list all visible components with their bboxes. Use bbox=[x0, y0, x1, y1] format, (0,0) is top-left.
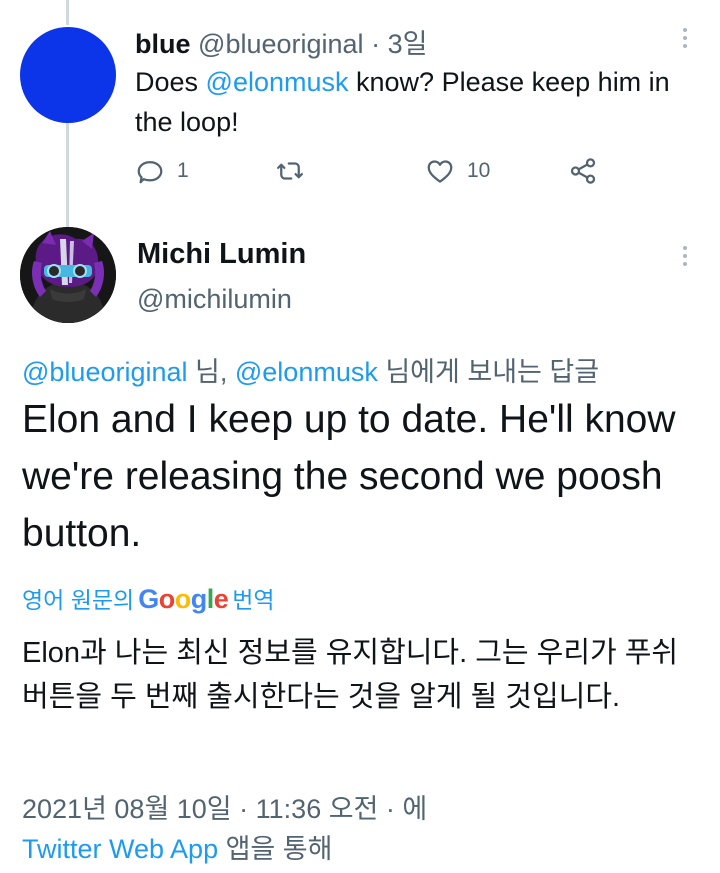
more-options-icon[interactable] bbox=[680, 246, 690, 266]
share-icon bbox=[570, 158, 596, 184]
google-logo: Google bbox=[138, 584, 229, 614]
translate-suffix: 번역 bbox=[232, 587, 275, 613]
like-button[interactable]: 10 bbox=[425, 156, 490, 186]
tweet-timestamp[interactable]: 2021년 08월 10일 · 11:36 오전 · 에 bbox=[22, 787, 427, 826]
thread-line-top bbox=[66, 0, 69, 25]
replying-to-line: @blueoriginal 님, @elonmusk 님에게 보내는 답글 bbox=[22, 350, 599, 389]
main-author-name[interactable]: Michi Lumin bbox=[137, 238, 306, 271]
parent-tweet-time[interactable]: 3일 bbox=[388, 29, 428, 59]
retweet-icon bbox=[277, 162, 303, 180]
parent-tweet-header: blue @blueoriginal · 3일 bbox=[135, 22, 427, 61]
avatar-blueoriginal[interactable] bbox=[20, 27, 116, 123]
replying-mention-blueoriginal[interactable]: @blueoriginal bbox=[22, 357, 188, 387]
reply-count: 1 bbox=[177, 159, 189, 182]
separator-dot: · bbox=[371, 29, 381, 59]
replying-middle-text: 님, bbox=[187, 357, 235, 387]
main-tweet-text: Elon and I keep up to date. He'll know w… bbox=[22, 398, 676, 555]
replying-mention-elonmusk[interactable]: @elonmusk bbox=[235, 357, 378, 387]
parent-text-before: Does bbox=[135, 67, 206, 97]
retweet-button[interactable] bbox=[275, 156, 305, 186]
tweet-actions: 1 10 bbox=[135, 156, 615, 190]
reply-icon bbox=[137, 161, 163, 184]
parent-author-handle[interactable]: @blueoriginal bbox=[198, 29, 364, 59]
share-button[interactable] bbox=[568, 156, 598, 186]
reply-button[interactable]: 1 bbox=[135, 156, 189, 186]
parent-tweet-text: Does @elonmusk know? Please keep him in … bbox=[135, 62, 695, 142]
like-count: 10 bbox=[467, 159, 491, 182]
mention-link[interactable]: @elonmusk bbox=[206, 67, 349, 97]
parent-author-name[interactable]: blue bbox=[135, 29, 191, 59]
source-app-link[interactable]: Twitter Web App bbox=[22, 834, 218, 864]
replying-suffix-text: 님에게 보내는 답글 bbox=[377, 357, 600, 387]
main-author-handle[interactable]: @michilumin bbox=[137, 284, 292, 315]
avatar-michilumin[interactable] bbox=[20, 227, 116, 323]
heart-icon bbox=[427, 160, 453, 183]
translate-link[interactable]: 영어 원문의 Google 번역 bbox=[22, 581, 275, 615]
source-suffix: 앱을 통해 bbox=[218, 834, 333, 864]
avatar-image bbox=[20, 227, 116, 323]
translated-tweet-text: Elon과 나는 최신 정보를 유지합니다. 그는 우리가 푸쉬 버튼을 두 번… bbox=[22, 637, 679, 713]
more-options-icon[interactable] bbox=[680, 28, 690, 48]
thread-line bbox=[66, 118, 69, 230]
tweet-source: Twitter Web App 앱을 통해 bbox=[22, 827, 332, 866]
translate-prefix: 영어 원문의 bbox=[22, 587, 135, 613]
